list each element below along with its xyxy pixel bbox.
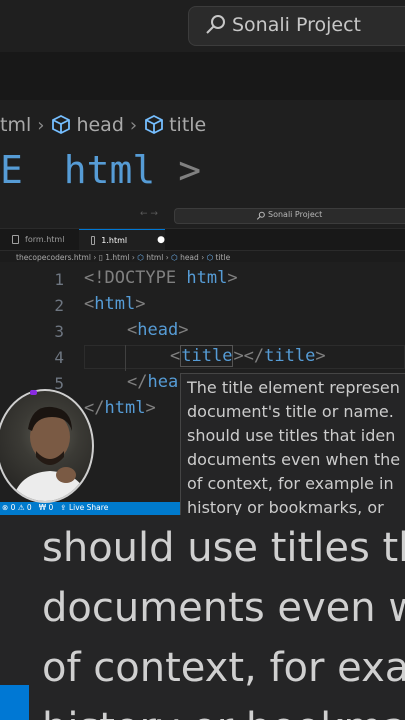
zoomed-hover-tooltip: should use titles th documents even w of… xyxy=(0,515,405,720)
zoomed-code-keyword: html xyxy=(63,148,156,192)
live-share-button[interactable]: ⇪ Live Share xyxy=(60,503,108,512)
nav-arrows[interactable]: ← → xyxy=(140,209,158,219)
breadcrumb-file[interactable]: tml xyxy=(0,114,31,136)
tab-label: form.html xyxy=(25,235,65,244)
chevron-right-icon: › xyxy=(129,114,138,136)
search-icon xyxy=(256,211,265,220)
code-line-1[interactable]: <!DOCTYPE html> xyxy=(84,268,238,288)
hover-text: document's title or name. xyxy=(187,402,394,421)
breadcrumb: thecopecoders.html › ▯ 1.html › ⬡ html ›… xyxy=(16,253,230,262)
code-token: < xyxy=(84,294,95,314)
zoomed-hover-text: of context, for exa xyxy=(42,645,405,691)
zoomed-code-prefix: E xyxy=(0,148,23,192)
code-token: > xyxy=(135,294,146,314)
zoomed-code-close: > xyxy=(178,148,202,192)
live-share-label: Live Share xyxy=(68,503,109,512)
tab-1-html[interactable]: 1.html ● xyxy=(79,229,165,250)
code-line-6[interactable]: </html> xyxy=(84,398,156,418)
code-token: < xyxy=(127,320,138,340)
file-icon xyxy=(91,235,96,245)
zoomed-gap xyxy=(0,52,405,100)
tab-label: 1.html xyxy=(101,235,128,245)
zoomed-hover-text: history or bookmark xyxy=(42,705,405,720)
code-token: title xyxy=(180,345,234,367)
breadcrumb-html[interactable]: html xyxy=(146,253,163,262)
hover-text: history or bookmarks, or xyxy=(187,498,384,515)
search-icon xyxy=(206,15,225,34)
modified-dot-icon[interactable]: ● xyxy=(157,235,165,245)
code-line-4[interactable]: <title></title> xyxy=(170,345,326,367)
zoomed-hover-text: should use titles th xyxy=(42,525,405,571)
line-number: 3 xyxy=(54,322,64,341)
indent-guide xyxy=(125,345,126,371)
line-number: 4 xyxy=(54,348,64,367)
code-token: <!DOCTYPE xyxy=(84,268,187,288)
code-token: </ xyxy=(127,372,148,392)
code-line-2[interactable]: <html> xyxy=(84,294,145,314)
breadcrumb-file[interactable]: 1.html xyxy=(105,253,129,262)
code-token: > xyxy=(227,268,238,288)
cube-icon xyxy=(52,114,71,135)
code-token: > xyxy=(145,398,156,418)
chevron-right-icon: › xyxy=(37,114,45,136)
code-token: title xyxy=(264,346,316,366)
code-token: ></ xyxy=(233,346,265,366)
zoomed-hover-text: documents even w xyxy=(42,585,405,631)
code-line-3[interactable]: <head> xyxy=(127,320,188,340)
command-center-text: Sonali Project xyxy=(268,210,323,219)
tab-form-html[interactable]: form.html xyxy=(0,229,78,250)
hover-tooltip: The title element represen document's ti… xyxy=(180,373,405,515)
code-token: </ xyxy=(84,398,105,418)
hover-text: The title element represen xyxy=(187,378,400,397)
line-number: 1 xyxy=(54,270,64,289)
code-token: html xyxy=(186,268,228,288)
status-items: ⊗ 0 ⚠ 0 ₩ 0 ⇪ Live Share xyxy=(2,503,108,512)
ports-indicator[interactable]: ₩ 0 xyxy=(39,503,54,512)
breadcrumb-head[interactable]: head xyxy=(76,114,123,136)
cube-icon: ⬡ xyxy=(137,253,144,262)
code-token: hea xyxy=(147,372,179,392)
cube-icon: ⬡ xyxy=(171,253,178,262)
hover-text: documents even when the xyxy=(187,450,401,469)
breadcrumb-folder[interactable]: thecopecoders.html xyxy=(16,253,91,262)
breadcrumb-head[interactable]: head xyxy=(180,253,199,262)
breadcrumb-title[interactable]: title xyxy=(216,253,231,262)
hover-text: should use titles that iden xyxy=(187,426,396,445)
zoomed-search-text: Sonali Project xyxy=(232,14,361,36)
code-token: < xyxy=(170,346,181,366)
code-token: html xyxy=(94,294,136,314)
zoomed-status-bar xyxy=(0,685,29,720)
code-token: > xyxy=(178,320,189,340)
live-indicator xyxy=(30,390,37,395)
cube-icon xyxy=(145,114,163,135)
code-token: head xyxy=(137,320,179,340)
zoomed-breadcrumb: tml › head › title xyxy=(0,110,206,140)
hover-text: of context, for example in xyxy=(187,474,394,493)
file-icon xyxy=(12,235,19,244)
code-token: > xyxy=(315,346,326,366)
line-number: 2 xyxy=(54,296,64,315)
code-token: html xyxy=(104,398,146,418)
zoomed-code-line: E html > xyxy=(0,148,201,192)
problems-indicator[interactable]: ⊗ 0 ⚠ 0 xyxy=(2,503,32,512)
breadcrumb-title[interactable]: title xyxy=(169,114,206,136)
cube-icon: ⬡ xyxy=(206,253,214,262)
webcam-overlay xyxy=(0,389,94,503)
live-share-icon: ⇪ xyxy=(60,503,69,512)
code-line-5[interactable]: </hea xyxy=(127,372,178,392)
